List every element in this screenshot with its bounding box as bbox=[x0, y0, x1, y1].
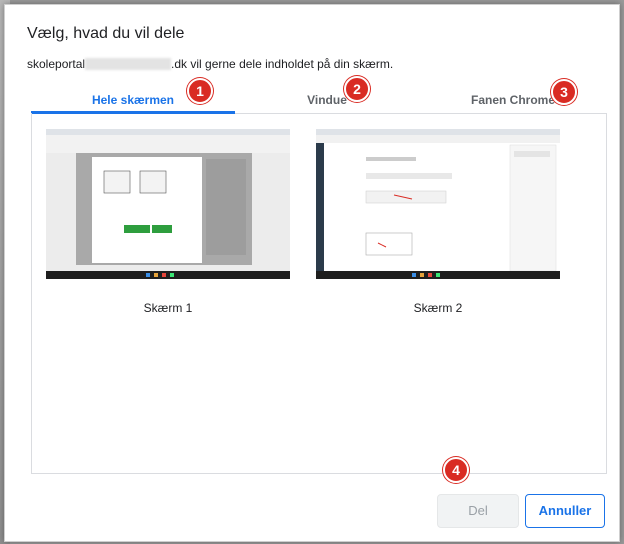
tab-entire-screen-label: Hele skærmen bbox=[91, 93, 175, 107]
screen-2-preview-image bbox=[316, 129, 560, 279]
share-tabs: Hele skærmen Vindue Fanen Chrome bbox=[31, 89, 607, 115]
screen-1-thumbnail[interactable] bbox=[46, 129, 290, 279]
badge-1: 1 bbox=[187, 78, 213, 104]
tab-chrome-tab-label: Fanen Chrome bbox=[470, 93, 555, 107]
screen-2-label: Skærm 2 bbox=[413, 301, 463, 315]
screen-1-label: Skærm 1 bbox=[143, 301, 193, 315]
tab-chrome-tab[interactable]: Fanen Chrome bbox=[419, 89, 607, 113]
screen-1-option[interactable]: Skærm 1 bbox=[46, 129, 290, 315]
screen-2-option[interactable]: Skærm 2 bbox=[316, 129, 560, 315]
description-text: .dk vil gerne dele indholdet på din skær… bbox=[171, 57, 394, 71]
tab-window[interactable]: Vindue bbox=[235, 89, 419, 113]
badge-3: 3 bbox=[551, 79, 577, 105]
badge-4: 4 bbox=[443, 457, 469, 483]
tab-window-label: Vindue bbox=[307, 93, 347, 107]
source-panel: Skærm 1 Skærm 2 bbox=[31, 113, 607, 474]
cancel-button[interactable]: Annuller bbox=[525, 494, 605, 528]
screen-1-preview-image bbox=[46, 129, 290, 279]
share-screen-dialog: Vælg, hvad du vil dele skoleportal .dk vi… bbox=[4, 4, 620, 542]
redacted-domain bbox=[85, 57, 172, 70]
site-name-prefix: skoleportal bbox=[27, 57, 86, 71]
dialog-title: Vælg, hvad du vil dele bbox=[27, 25, 185, 42]
badge-2: 2 bbox=[344, 76, 370, 102]
dialog-description: skoleportal .dk vil gerne dele indholdet … bbox=[27, 57, 393, 72]
screen-2-thumbnail[interactable] bbox=[316, 129, 560, 279]
share-button[interactable]: Del bbox=[437, 494, 519, 528]
